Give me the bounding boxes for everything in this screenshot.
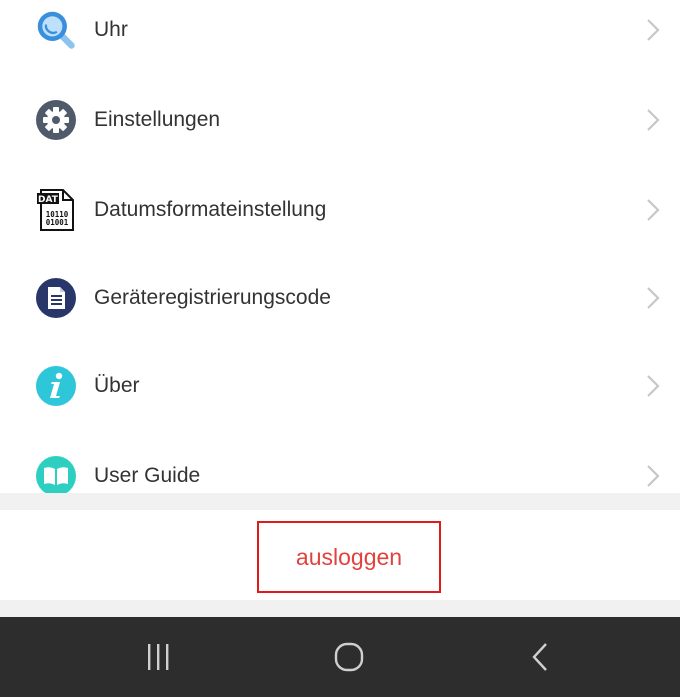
section-divider bbox=[0, 493, 680, 510]
system-navigation-bar bbox=[0, 617, 680, 697]
menu-item-user-guide[interactable]: User Guide bbox=[0, 446, 680, 493]
menu-item-registrierungscode[interactable]: Geräteregistrierungscode bbox=[0, 268, 680, 328]
chevron-right-icon bbox=[645, 17, 661, 43]
menu-item-label: Uhr bbox=[94, 18, 128, 41]
info-icon bbox=[35, 365, 77, 407]
menu-item-label: Datumsformateinstellung bbox=[94, 198, 327, 221]
chevron-right-icon bbox=[645, 107, 661, 133]
logout-label: ausloggen bbox=[295, 543, 403, 570]
home-icon[interactable] bbox=[309, 617, 389, 697]
menu-item-uhr[interactable]: Uhr bbox=[0, 0, 680, 60]
chevron-right-icon bbox=[645, 373, 661, 399]
document-icon bbox=[35, 277, 77, 319]
menu-item-ueber[interactable]: Über bbox=[0, 356, 680, 416]
dat-icon-bits-2: 01001 bbox=[46, 218, 69, 227]
menu-list: Uhr Einstellungen DAT 10110 01001 Datums… bbox=[0, 0, 680, 493]
menu-item-label: Einstellungen bbox=[94, 108, 221, 131]
recent-apps-icon[interactable] bbox=[118, 617, 198, 697]
menu-item-label: Geräteregistrierungscode bbox=[94, 286, 331, 309]
menu-item-einstellungen[interactable]: Einstellungen bbox=[0, 90, 680, 150]
gear-icon bbox=[35, 99, 77, 141]
dat-icon-text: DAT bbox=[38, 195, 59, 205]
logout-button[interactable]: ausloggen bbox=[257, 521, 441, 593]
section-divider-bottom bbox=[0, 600, 680, 617]
clock-magnifier-icon bbox=[35, 9, 77, 51]
chevron-right-icon bbox=[645, 197, 661, 223]
menu-item-datumsformat[interactable]: DAT 10110 01001 Datumsformateinstellung bbox=[0, 180, 680, 240]
dat-file-icon: DAT 10110 01001 bbox=[35, 189, 77, 231]
menu-item-label: Über bbox=[94, 374, 140, 397]
back-icon[interactable] bbox=[500, 617, 580, 697]
chevron-right-icon bbox=[645, 285, 661, 311]
book-icon bbox=[35, 455, 77, 493]
menu-item-label: User Guide bbox=[94, 464, 201, 487]
chevron-right-icon bbox=[645, 463, 661, 489]
